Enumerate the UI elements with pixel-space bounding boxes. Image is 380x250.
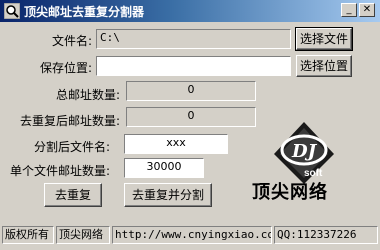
close-button[interactable]: ✕ xyxy=(359,3,375,17)
split-filename-input[interactable]: xxx xyxy=(124,134,228,154)
minimize-icon: _ xyxy=(346,4,352,15)
dj-soft-logo: DJ soft xyxy=(272,120,336,186)
main-window: 顶尖邮址去重复分割器 _ ✕ 文件名: C:\ 选择文件 保存位置: 选择位置 … xyxy=(0,0,380,250)
brand-name: 顶尖网络 xyxy=(252,182,328,203)
close-icon: ✕ xyxy=(362,4,372,15)
status-copyright: 版权所有 xyxy=(2,226,54,244)
minimize-button[interactable]: _ xyxy=(341,3,357,17)
magnifier-icon xyxy=(3,2,21,20)
total-count-value: 0 xyxy=(126,81,256,101)
per-file-count-label: 单个文件邮址数量: xyxy=(9,164,110,178)
status-company: 顶尖网络 xyxy=(56,226,110,244)
choose-file-button[interactable]: 选择文件 xyxy=(295,27,353,51)
dedup-count-value: 0 xyxy=(126,107,256,127)
status-bar: 版权所有 顶尖网络 http://www.cnyingxiao.com QQ:1… xyxy=(0,222,380,250)
status-url[interactable]: http://www.cnyingxiao.com xyxy=(112,226,272,244)
filename-field[interactable]: C:\ xyxy=(96,29,291,49)
save-location-label: 保存位置: xyxy=(39,61,92,75)
save-location-field[interactable] xyxy=(96,56,291,76)
status-qq: QQ:112337226 xyxy=(274,226,378,244)
dedup-count-label: 去重复后邮址数量: xyxy=(19,114,120,128)
dedup-split-button[interactable]: 去重复并分割 xyxy=(124,183,212,207)
logo-mark: DJ xyxy=(291,141,318,162)
window-title: 顶尖邮址去重复分割器 xyxy=(24,5,145,19)
per-file-count-input[interactable]: 30000 xyxy=(124,158,204,178)
dedup-button[interactable]: 去重复 xyxy=(44,183,102,207)
split-filename-label: 分割后文件名: xyxy=(33,140,110,154)
choose-location-button[interactable]: 选择位置 xyxy=(296,55,352,77)
filename-label: 文件名: xyxy=(51,34,92,48)
title-bar[interactable]: 顶尖邮址去重复分割器 _ ✕ xyxy=(0,0,380,22)
total-count-label: 总邮址数量: xyxy=(55,88,120,102)
